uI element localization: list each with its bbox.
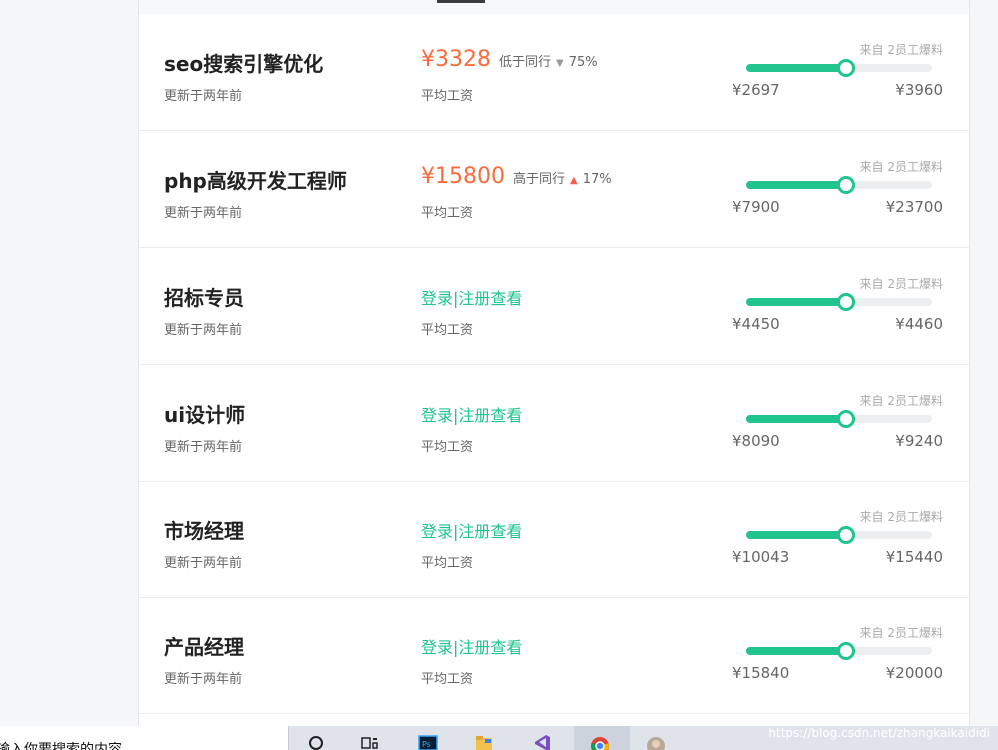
salary-label: 平均工资 xyxy=(421,440,474,455)
down-triangle-icon: ▼ xyxy=(556,58,564,69)
file-explorer-icon[interactable] xyxy=(474,734,494,750)
salary-list-card: seo搜索引擎优化 更新于两年前 ¥3328 低于同行 ▼ 75% 平均工资 来… xyxy=(138,0,970,726)
salary-range-knob xyxy=(836,642,855,660)
salary-range-fill xyxy=(746,298,845,306)
job-row[interactable]: 产品经理 更新于两年前 登录|注册查看 平均工资 来自 2员工爆料 ¥15840… xyxy=(139,597,969,714)
visual-studio-icon[interactable] xyxy=(532,734,552,750)
salary-range-fill xyxy=(746,64,845,72)
salary-range-knob xyxy=(836,410,855,428)
login-register-link[interactable]: 登录|注册查看 xyxy=(421,518,522,542)
job-row[interactable]: php高级开发工程师 更新于两年前 ¥15800 高于同行 ▲ 17% 平均工资… xyxy=(139,131,969,248)
job-title[interactable]: seo搜索引擎优化 xyxy=(164,48,323,77)
top-tab-strip xyxy=(139,0,969,14)
salary-value: ¥15800 xyxy=(421,164,505,189)
svg-text:Ps: Ps xyxy=(422,740,431,749)
salary-range-bar xyxy=(746,410,932,428)
job-title[interactable]: 产品经理 xyxy=(164,631,244,660)
salary-line: ¥3328 低于同行 ▼ 75% xyxy=(421,47,598,72)
job-updated: 更新于两年前 xyxy=(164,440,243,455)
salary-label: 平均工资 xyxy=(421,556,474,571)
salary-range-fill xyxy=(746,415,845,423)
range-min: ¥10043 xyxy=(732,548,790,566)
login-register-link[interactable]: 登录|注册查看 xyxy=(421,402,522,426)
range-max: ¥15440 xyxy=(885,548,943,566)
active-tab-indicator xyxy=(437,0,485,3)
photoshop-icon[interactable]: Ps xyxy=(418,734,438,750)
job-title[interactable]: 招标专员 xyxy=(164,282,244,311)
salary-range-bar xyxy=(746,642,932,660)
salary-label: 平均工资 xyxy=(421,672,474,687)
salary-source: 来自 2员工爆料 xyxy=(859,394,943,408)
job-row[interactable]: seo搜索引擎优化 更新于两年前 ¥3328 低于同行 ▼ 75% 平均工资 来… xyxy=(139,14,969,131)
salary-source: 来自 2员工爆料 xyxy=(859,277,943,291)
salary-range-fill xyxy=(746,647,845,655)
job-title[interactable]: 市场经理 xyxy=(164,515,244,544)
range-max: ¥23700 xyxy=(885,198,943,216)
salary-percent: 17% xyxy=(582,172,612,187)
salary-source: 来自 2员工爆料 xyxy=(859,160,943,174)
salary-range-knob xyxy=(836,59,855,77)
user-avatar-icon[interactable] xyxy=(646,734,666,750)
salary-range-bar xyxy=(746,526,932,544)
salary-range-bar xyxy=(746,176,932,194)
salary-source: 来自 2员工爆料 xyxy=(859,43,943,57)
search-icon[interactable] xyxy=(306,734,326,750)
range-min: ¥2697 xyxy=(732,81,780,99)
taskbar-search-input[interactable]: 输入你要搜索的内容 xyxy=(0,726,289,750)
job-updated: 更新于两年前 xyxy=(164,323,243,338)
range-min: ¥4450 xyxy=(732,315,780,333)
salary-range-knob xyxy=(836,526,855,544)
range-max: ¥9240 xyxy=(895,432,943,450)
salary-value: ¥3328 xyxy=(421,47,491,72)
range-min: ¥15840 xyxy=(732,664,790,682)
range-min: ¥7900 xyxy=(732,198,780,216)
salary-label: 平均工资 xyxy=(421,89,474,104)
task-view-icon[interactable] xyxy=(360,734,380,750)
job-row[interactable]: 招标专员 更新于两年前 登录|注册查看 平均工资 来自 2员工爆料 ¥4450 … xyxy=(139,248,969,365)
job-title[interactable]: php高级开发工程师 xyxy=(164,165,347,194)
job-updated: 更新于两年前 xyxy=(164,206,243,221)
watermark-text: https://blog.csdn.net/zhangkaikaididi xyxy=(768,726,990,740)
range-min: ¥8090 xyxy=(732,432,780,450)
salary-source: 来自 2员工爆料 xyxy=(859,626,943,640)
job-updated: 更新于两年前 xyxy=(164,89,243,104)
up-triangle-icon: ▲ xyxy=(570,175,578,186)
job-row[interactable]: 市场经理 更新于两年前 登录|注册查看 平均工资 来自 2员工爆料 ¥10043… xyxy=(139,481,969,598)
range-max: ¥4460 xyxy=(895,315,943,333)
login-register-link[interactable]: 登录|注册查看 xyxy=(421,634,522,658)
salary-label: 平均工资 xyxy=(421,206,474,221)
salary-percent: 75% xyxy=(568,55,598,70)
chrome-icon[interactable] xyxy=(590,734,610,750)
salary-range-fill xyxy=(746,531,845,539)
login-register-link[interactable]: 登录|注册查看 xyxy=(421,285,522,309)
salary-range-knob xyxy=(836,293,855,311)
range-max: ¥3960 xyxy=(895,81,943,99)
salary-range-knob xyxy=(836,176,855,194)
salary-compare: 高于同行 xyxy=(512,172,565,187)
salary-range-fill xyxy=(746,181,845,189)
salary-source: 来自 2员工爆料 xyxy=(859,510,943,524)
salary-compare: 低于同行 xyxy=(499,55,552,70)
search-placeholder: 输入你要搜索的内容 xyxy=(0,742,122,750)
salary-range-bar xyxy=(746,293,932,311)
salary-line: ¥15800 高于同行 ▲ 17% xyxy=(421,164,612,189)
job-title[interactable]: ui设计师 xyxy=(164,399,245,428)
job-updated: 更新于两年前 xyxy=(164,556,243,571)
salary-label: 平均工资 xyxy=(421,323,474,338)
job-row[interactable]: ui设计师 更新于两年前 登录|注册查看 平均工资 来自 2员工爆料 ¥8090… xyxy=(139,365,969,482)
job-updated: 更新于两年前 xyxy=(164,672,243,687)
range-max: ¥20000 xyxy=(885,664,943,682)
windows-taskbar: 输入你要搜索的内容 Ps https://blog.csdn.net/zhang… xyxy=(0,726,998,750)
salary-range-bar xyxy=(746,59,932,77)
